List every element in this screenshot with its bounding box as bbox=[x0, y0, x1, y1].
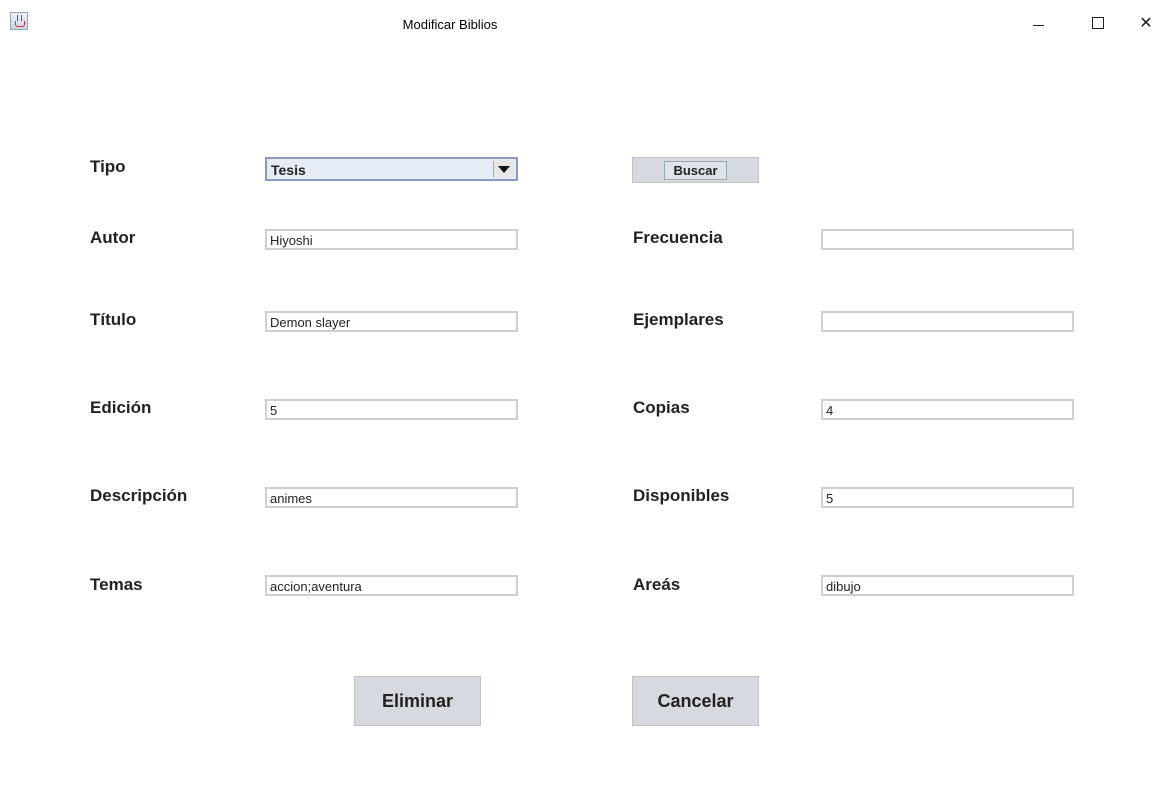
tipo-select[interactable]: Tesis bbox=[265, 157, 518, 181]
edicion-field[interactable] bbox=[265, 399, 518, 420]
label-edicion: Edición bbox=[90, 398, 152, 417]
label-frecuencia: Frecuencia bbox=[633, 228, 723, 247]
label-disponibles: Disponibles bbox=[633, 486, 730, 505]
tipo-selected-value: Tesis bbox=[271, 162, 306, 178]
label-autor: Autor bbox=[90, 228, 136, 247]
buscar-button[interactable]: Buscar bbox=[632, 157, 759, 183]
label-tipo: Tipo bbox=[90, 157, 126, 176]
cancelar-button[interactable]: Cancelar bbox=[632, 676, 759, 726]
disponibles-field[interactable] bbox=[821, 487, 1074, 508]
label-descripcion: Descripción bbox=[90, 486, 188, 505]
label-ejemplares: Ejemplares bbox=[633, 310, 724, 329]
minimize-icon bbox=[1032, 24, 1044, 26]
label-copias: Copias bbox=[633, 398, 690, 417]
label-temas: Temas bbox=[90, 575, 143, 594]
close-button[interactable]: ✕ bbox=[1123, 8, 1169, 38]
buscar-label: Buscar bbox=[664, 160, 727, 180]
close-icon: ✕ bbox=[1139, 15, 1153, 32]
label-titulo: Título bbox=[90, 310, 137, 329]
frecuencia-field[interactable] bbox=[821, 229, 1074, 250]
chevron-down-icon[interactable] bbox=[493, 161, 514, 177]
minimize-button[interactable] bbox=[1015, 8, 1061, 38]
descripcion-field[interactable] bbox=[265, 487, 518, 508]
eliminar-button[interactable]: Eliminar bbox=[354, 676, 481, 726]
titulo-field[interactable] bbox=[265, 311, 518, 332]
autor-field[interactable] bbox=[265, 229, 518, 250]
window-title: Modificar Biblios bbox=[402, 17, 498, 32]
areas-field[interactable] bbox=[821, 575, 1074, 596]
maximize-icon bbox=[1092, 17, 1104, 29]
title-bar: Modificar Biblios ✕ bbox=[0, 0, 1169, 50]
label-areas: Areás bbox=[633, 575, 681, 594]
maximize-button[interactable] bbox=[1075, 8, 1121, 38]
copias-field[interactable] bbox=[821, 399, 1074, 420]
temas-field[interactable] bbox=[265, 575, 518, 596]
ejemplares-field[interactable] bbox=[821, 311, 1074, 332]
